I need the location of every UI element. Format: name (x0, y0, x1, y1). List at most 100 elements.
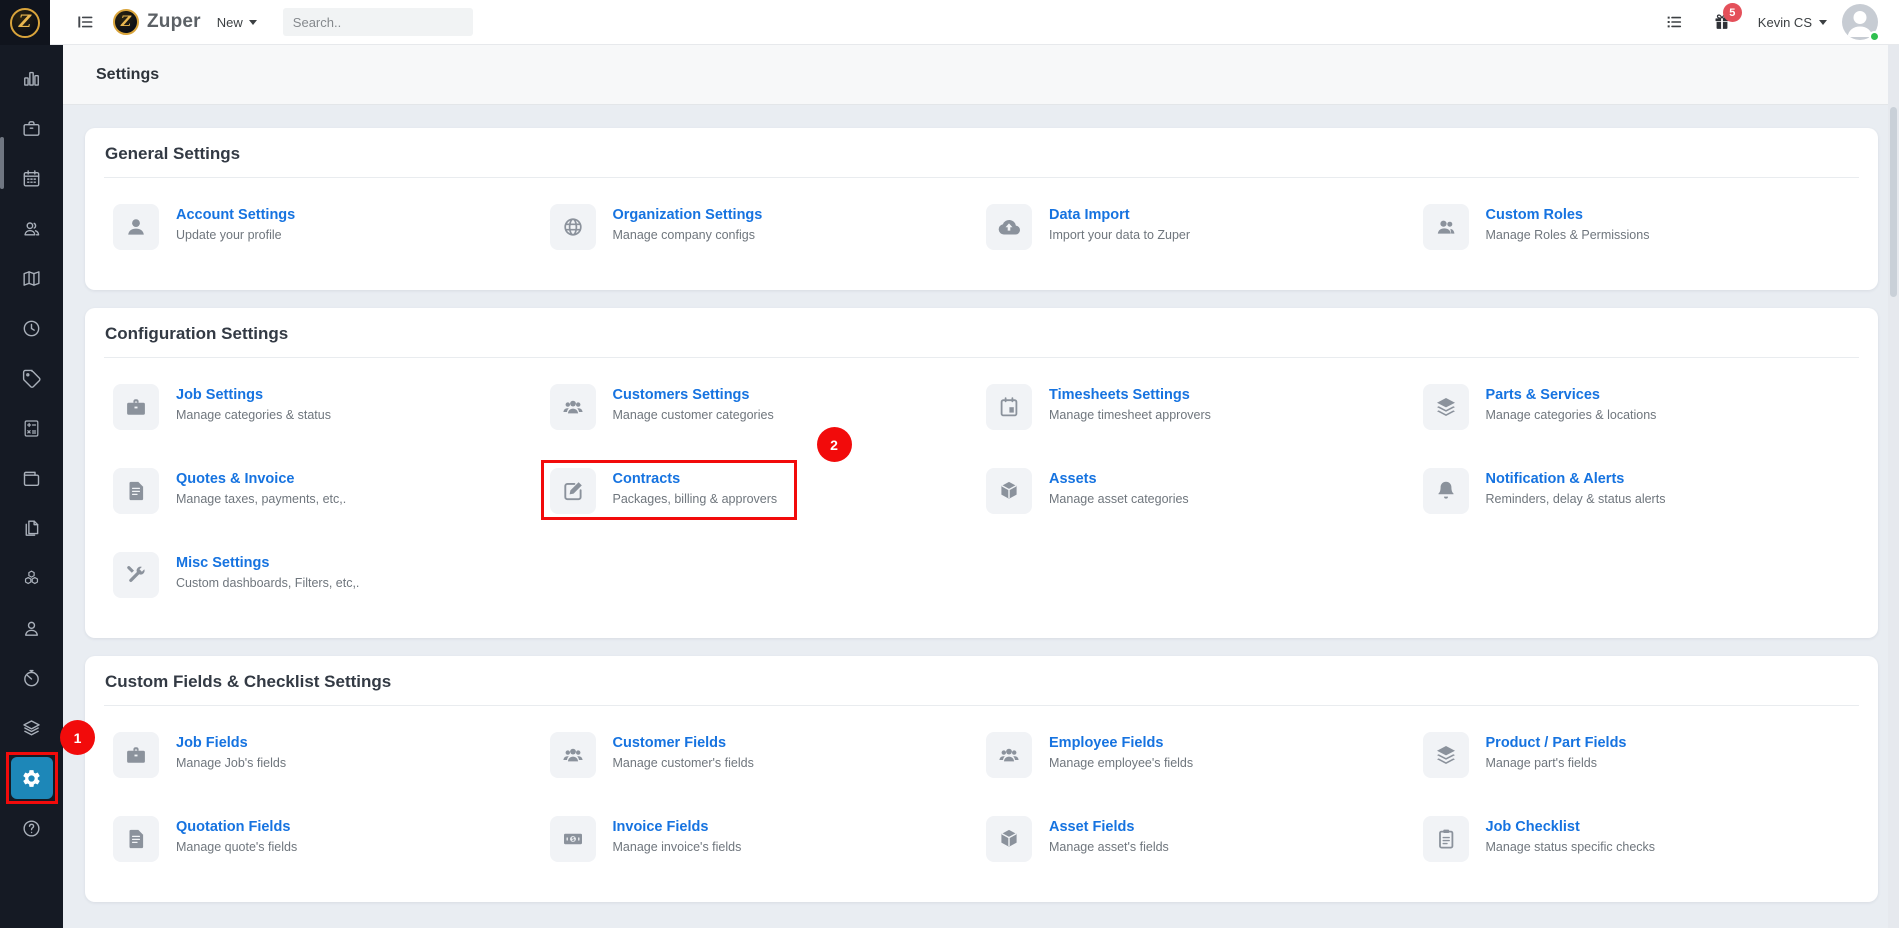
sidebar-item-briefcase[interactable] (0, 103, 63, 153)
topbar-right: 5 Kevin CS (1664, 4, 1899, 40)
avatar[interactable] (1842, 4, 1878, 40)
sidebar-item-clock[interactable] (0, 303, 63, 353)
settings-item-parts-services[interactable]: Parts & ServicesManage categories & loca… (1423, 384, 1860, 430)
settings-item-product-part-fields[interactable]: Product / Part FieldsManage part's field… (1423, 732, 1860, 778)
brand[interactable]: Z Zuper (113, 9, 201, 35)
topbar: Z Zuper New 5 Kevin CS (50, 0, 1899, 45)
settings-item-data-import[interactable]: Data Import Import your data to Zuper (986, 204, 1423, 250)
sidebar-item-documents[interactable] (0, 503, 63, 553)
item-subtitle: Manage Job's fields (176, 756, 286, 770)
settings-item-customers-settings[interactable]: Customers SettingsManage customer catego… (550, 384, 987, 430)
item-icon-tile (550, 732, 596, 778)
card-items-grid: Job FieldsManage Job's fieldsCustomer Fi… (85, 706, 1878, 902)
user-menu[interactable]: Kevin CS (1758, 15, 1827, 30)
settings-item-assets[interactable]: AssetsManage asset categories (986, 468, 1423, 514)
item-icon-tile (1423, 204, 1469, 250)
item-subtitle: Reminders, delay & status alerts (1486, 492, 1666, 506)
item-icon-tile (1423, 468, 1469, 514)
notification-count-badge: 5 (1723, 3, 1742, 22)
document-icon (124, 827, 148, 851)
sidebar-item-user[interactable] (0, 603, 63, 653)
item-icon-tile (113, 732, 159, 778)
item-icon-tile (113, 552, 159, 598)
settings-item-job-checklist[interactable]: Job ChecklistManage status specific chec… (1423, 816, 1860, 862)
item-subtitle: Manage categories & locations (1486, 408, 1657, 422)
layers-filled-icon (1434, 743, 1458, 767)
wallet-icon (21, 468, 42, 489)
item-subtitle: Manage quote's fields (176, 840, 297, 854)
item-icon-tile (113, 816, 159, 862)
settings-item-timesheets-settings[interactable]: Timesheets SettingsManage timesheet appr… (986, 384, 1423, 430)
item-title: Account Settings (176, 207, 295, 223)
card-title: General Settings (85, 128, 1878, 177)
sidebar-item-customers[interactable] (0, 203, 63, 253)
item-icon-tile (986, 816, 1032, 862)
settings-gear-icon (21, 768, 42, 789)
page-title: Settings (96, 66, 159, 84)
item-title: Data Import (1049, 207, 1190, 223)
settings-item-job-fields[interactable]: Job FieldsManage Job's fields (113, 732, 550, 778)
item-text: Quotes & InvoiceManage taxes, payments, … (176, 468, 346, 506)
sidebar-item-timer[interactable] (0, 653, 63, 703)
cube-icon (997, 479, 1021, 503)
item-subtitle: Manage part's fields (1486, 756, 1627, 770)
settings-item-notification-alerts[interactable]: Notification & AlertsReminders, delay & … (1423, 468, 1860, 514)
item-text: Job ChecklistManage status specific chec… (1486, 816, 1656, 854)
sidebar-item-calculator[interactable] (0, 403, 63, 453)
settings-item-customer-fields[interactable]: Customer FieldsManage customer's fields (550, 732, 987, 778)
sidebar-item-cubes[interactable] (0, 553, 63, 603)
settings-item-quotation-fields[interactable]: Quotation Fields Manage quote's fields (113, 816, 550, 862)
sidebar-item-help[interactable] (0, 803, 63, 853)
item-subtitle: Import your data to Zuper (1049, 228, 1190, 242)
app-logo[interactable]: Z (0, 0, 50, 45)
settings-item-asset-fields[interactable]: Asset FieldsManage asset's fields (986, 816, 1423, 862)
group-icon (561, 743, 585, 767)
tools-icon (124, 563, 148, 587)
sidebar-item-bar-chart[interactable] (0, 53, 63, 103)
item-title: Invoice Fields (613, 819, 742, 835)
sidebar-item-layers[interactable] (0, 703, 63, 753)
item-icon-tile: $ (550, 816, 596, 862)
settings-item-job-settings[interactable]: Job SettingsManage categories & status (113, 384, 550, 430)
settings-item-contracts[interactable]: 2ContractsPackages, billing & approvers (550, 468, 987, 514)
item-text: Invoice FieldsManage invoice's fields (613, 816, 742, 854)
vertical-scrollbar[interactable] (1888, 45, 1899, 928)
settings-item-employee-fields[interactable]: Employee FieldsManage employee's fields (986, 732, 1423, 778)
item-title: Organization Settings (613, 207, 763, 223)
main-content: General Settings Account SettingsUpdate y… (63, 105, 1899, 928)
settings-item-misc-settings[interactable]: Misc SettingsCustom dashboards, Filters,… (113, 552, 550, 598)
item-text: Organization SettingsManage company conf… (613, 204, 763, 242)
item-icon-tile (986, 468, 1032, 514)
settings-item-organization-settings[interactable]: Organization SettingsManage company conf… (550, 204, 987, 250)
item-title: Quotation Fields (176, 819, 297, 835)
settings-item-custom-roles[interactable]: Custom RolesManage Roles & Permissions (1423, 204, 1860, 250)
sidebar-item-settings-gear[interactable] (0, 753, 63, 803)
item-subtitle: Manage asset categories (1049, 492, 1189, 506)
new-dropdown-label: New (217, 15, 243, 30)
sidebar-item-wallet[interactable] (0, 453, 63, 503)
document-icon (124, 479, 148, 503)
clipboard-icon (1434, 827, 1458, 851)
sidebar-item-calendar[interactable] (0, 153, 63, 203)
item-text: AssetsManage asset categories (1049, 468, 1189, 506)
cubes-icon (21, 568, 42, 589)
view-list-icon[interactable] (1664, 12, 1684, 32)
timer-icon (21, 668, 42, 689)
search-input[interactable] (293, 15, 469, 30)
item-icon-tile (986, 384, 1032, 430)
vertical-scrollbar-thumb[interactable] (1890, 107, 1897, 297)
user-icon (21, 618, 42, 639)
bell-icon (1434, 479, 1458, 503)
gift-button[interactable]: 5 (1712, 12, 1732, 32)
settings-item-quotes-invoice[interactable]: Quotes & InvoiceManage taxes, payments, … (113, 468, 550, 514)
settings-item-invoice-fields[interactable]: $ Invoice FieldsManage invoice's fields (550, 816, 987, 862)
item-subtitle: Manage taxes, payments, etc,. (176, 492, 346, 506)
new-dropdown[interactable]: New (217, 15, 257, 30)
sidebar-toggle-icon[interactable] (75, 12, 95, 32)
item-text: Parts & ServicesManage categories & loca… (1486, 384, 1657, 422)
item-icon-tile (986, 204, 1032, 250)
sidebar-item-map[interactable] (0, 253, 63, 303)
card-title: Custom Fields & Checklist Settings (85, 656, 1878, 705)
settings-item-account-settings[interactable]: Account SettingsUpdate your profile (113, 204, 550, 250)
sidebar-item-tag[interactable] (0, 353, 63, 403)
